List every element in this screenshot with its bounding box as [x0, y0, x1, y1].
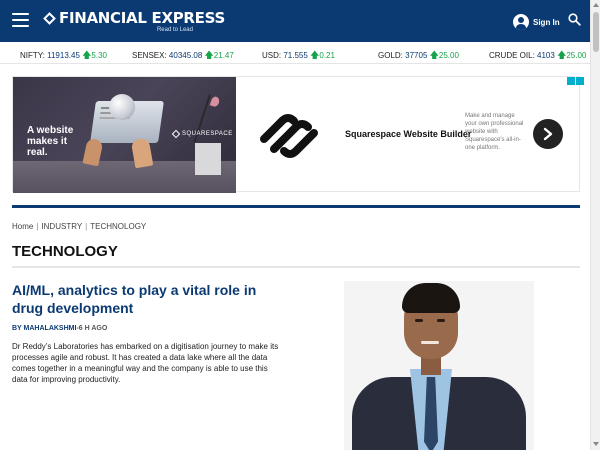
ticker-item-sensex[interactable]: SENSEX: 40345.08 🡅21.47 — [132, 48, 234, 64]
ticker-item-nifty[interactable]: NIFTY: 11913.45 🡅5.30 — [20, 48, 107, 64]
ad-next-button[interactable] — [533, 119, 563, 149]
arrow-up-icon: 🡅 — [310, 50, 320, 60]
logo-diamond-icon — [43, 11, 56, 25]
sign-in-link[interactable]: Sign In — [533, 18, 560, 27]
ticker-item-usd[interactable]: USD: 71.555 🡅0.21 — [262, 48, 335, 64]
ad-image[interactable]: A website makes it real. SQUARESPACE — [13, 77, 236, 193]
ticker-item-gold[interactable]: GOLD: 37705 🡅25.00 — [378, 48, 459, 64]
ad-info-icon[interactable] — [567, 77, 575, 85]
article-photo[interactable] — [344, 281, 534, 450]
arrow-up-icon: 🡅 — [204, 50, 214, 60]
breadcrumb-technology[interactable]: TECHNOLOGY — [90, 222, 146, 231]
article-summary: Dr Reddy’s Laboratories has embarked on … — [12, 342, 279, 384]
ad-brand-word: SQUARESPACE — [171, 129, 233, 139]
scroll-down-arrow-icon[interactable] — [593, 442, 599, 446]
site-logo[interactable]: FINANCIAL EXPRESS Read to Lead — [43, 9, 225, 33]
section-divider — [12, 205, 580, 208]
ticker-item-crude-oil[interactable]: CRUDE OIL: 4103 🡅25.00 — [489, 48, 586, 64]
logo-tagline: Read to Lead — [156, 27, 193, 33]
ad-title[interactable]: Squarespace Website Builder — [345, 129, 471, 139]
article-byline: BY MAHALAKSHMI-6 H AGO — [12, 325, 107, 332]
logo-name: FINANCIAL EXPRESS — [59, 9, 225, 27]
menu-icon[interactable] — [12, 13, 29, 27]
site-header: FINANCIAL EXPRESS Read to Lead Sign In — [0, 0, 590, 42]
market-ticker: NIFTY: 11913.45 🡅5.30 SENSEX: 40345.08 🡅… — [0, 42, 590, 64]
search-icon[interactable] — [568, 13, 581, 26]
breadcrumb-industry[interactable]: INDUSTRY — [41, 222, 82, 231]
author-name[interactable]: BY MAHALAKSHMI — [12, 325, 76, 332]
section-rule — [12, 266, 580, 268]
advertisement-banner[interactable]: A website makes it real. SQUARESPACE Squ… — [12, 76, 584, 193]
scroll-up-arrow-icon[interactable] — [593, 3, 599, 7]
user-icon[interactable] — [513, 14, 529, 30]
squarespace-logo-icon[interactable] — [256, 109, 322, 161]
ad-choices-badge[interactable] — [567, 77, 584, 85]
chevron-right-icon — [543, 127, 553, 141]
page: FINANCIAL EXPRESS Read to Lead Sign In N… — [0, 0, 600, 450]
breadcrumb-home[interactable]: Home — [12, 222, 33, 231]
squarespace-mini-icon — [171, 129, 181, 139]
arrow-up-icon: 🡅 — [557, 50, 567, 60]
article-headline[interactable]: AI/ML, analytics to play a vital role in… — [12, 281, 282, 317]
plant-illustration — [193, 94, 221, 146]
scrollbar-thumb[interactable] — [593, 12, 599, 52]
page-scrollbar[interactable] — [590, 0, 600, 450]
ad-close-icon[interactable] — [576, 77, 584, 85]
ad-tagline: A website makes it real. — [27, 125, 74, 158]
article-time: -6 H AGO — [76, 325, 108, 332]
section-title: TECHNOLOGY — [12, 243, 118, 260]
arrow-up-icon: 🡅 — [429, 50, 439, 60]
breadcrumb: Home | INDUSTRY | TECHNOLOGY — [12, 222, 147, 231]
ad-description: Make and manage your own professional we… — [465, 113, 524, 151]
